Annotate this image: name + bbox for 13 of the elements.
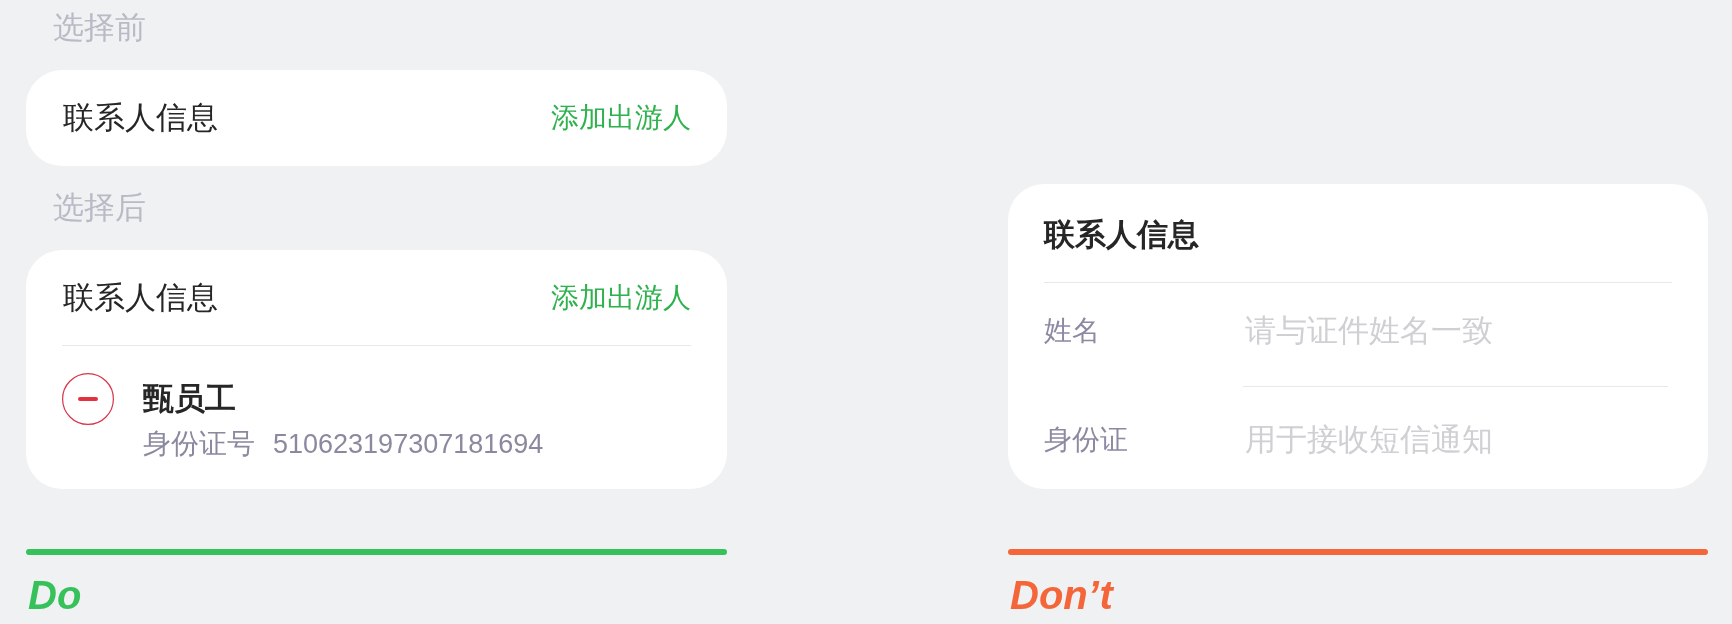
traveler-name: 甄员工 [143, 380, 236, 418]
minus-circle-icon[interactable] [62, 373, 114, 425]
id-number: 510623197307181694 [273, 428, 544, 461]
add-traveler-link[interactable]: 添加出游人 [551, 98, 691, 138]
id-label: 身份证号 [143, 427, 255, 461]
card-title: 联系人信息 [63, 279, 218, 317]
verdict-label: Do [28, 572, 82, 619]
field-label: 姓名 [1044, 314, 1101, 348]
card-title: 联系人信息 [63, 99, 218, 137]
card-title: 联系人信息 [1044, 216, 1199, 254]
field-label: 身份证 [1044, 423, 1129, 457]
verdict-label: Don’t [1010, 572, 1113, 619]
add-traveler-link[interactable]: 添加出游人 [551, 278, 691, 318]
